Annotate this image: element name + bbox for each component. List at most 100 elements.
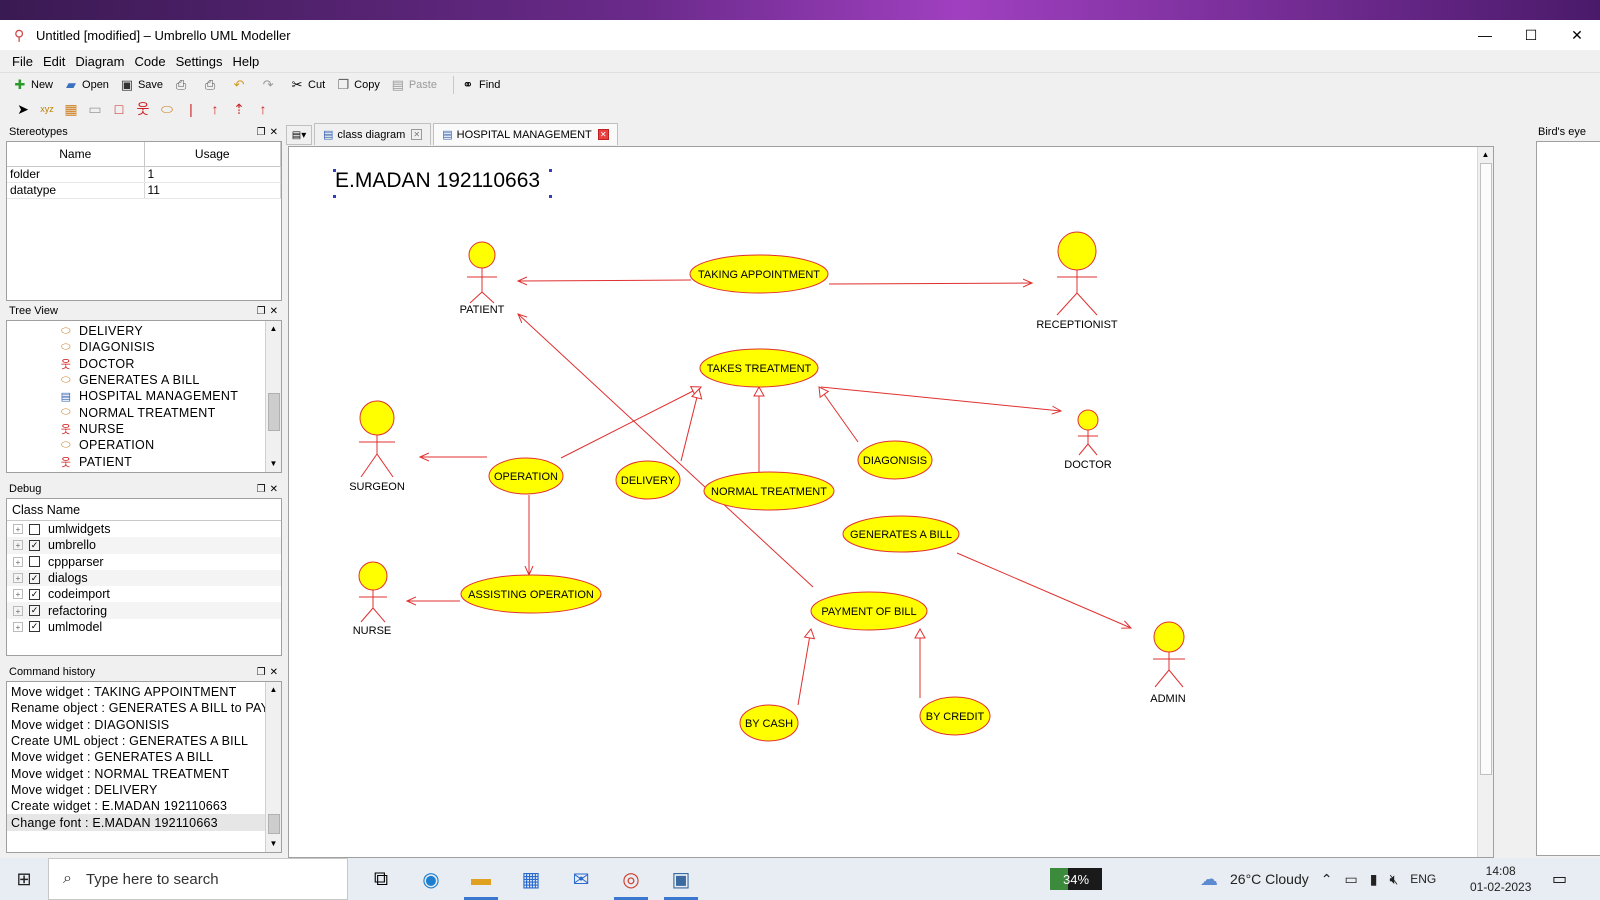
- debug-item[interactable]: + ✓ umbrello: [7, 537, 281, 554]
- expand-icon[interactable]: +: [13, 621, 23, 632]
- association-line[interactable]: [518, 280, 692, 281]
- paste-button[interactable]: ▤ Paste: [390, 77, 437, 93]
- close-button[interactable]: ✕: [1554, 20, 1600, 50]
- use-case-delivery[interactable]: DELIVERY: [615, 460, 681, 500]
- selection-handle[interactable]: [549, 195, 552, 198]
- tree-item[interactable]: 웃 NURSE: [7, 421, 281, 437]
- select-arrow-icon[interactable]: ➤: [12, 99, 34, 119]
- history-item[interactable]: Create UML object : GENERATES A BILL: [7, 733, 281, 749]
- menu-edit[interactable]: Edit: [39, 54, 69, 69]
- actor-doctor[interactable]: DOCTOR: [1064, 409, 1112, 471]
- use-case-assisting-operation[interactable]: ASSISTING OPERATION: [460, 574, 602, 614]
- battery-indicator[interactable]: 34%: [1050, 868, 1102, 890]
- close-dock-icon[interactable]: ✕: [270, 484, 278, 495]
- copy-button[interactable]: ❐ Copy: [335, 77, 380, 93]
- notification-icon[interactable]: ▭: [1552, 869, 1567, 889]
- checkbox-checked[interactable]: ✓: [29, 588, 40, 600]
- tree-view-scrollbar[interactable]: ▲ ▼: [265, 321, 281, 472]
- debug-item[interactable]: + ✓ codeimport: [7, 586, 281, 602]
- actor-surgeon[interactable]: SURGEON: [349, 400, 405, 493]
- float-icon[interactable]: ❐: [257, 484, 266, 495]
- weather-text[interactable]: 26°C Cloudy: [1230, 871, 1309, 887]
- association-line[interactable]: [820, 386, 1061, 411]
- menu-file[interactable]: File: [8, 54, 37, 69]
- expand-icon[interactable]: +: [13, 589, 23, 600]
- open-button[interactable]: ▰ Open: [63, 77, 109, 93]
- box-icon[interactable]: □: [108, 99, 130, 119]
- menu-code[interactable]: Code: [130, 54, 169, 69]
- new-button[interactable]: ✚ New: [12, 77, 53, 93]
- cloudy-weather-icon[interactable]: ☁: [1200, 869, 1218, 890]
- system-clock[interactable]: 14:08 01-02-2023: [1470, 863, 1531, 895]
- command-history-scrollbar[interactable]: ▲ ▼: [265, 682, 281, 852]
- tab-hospital-management[interactable]: ▤ HOSPITAL MANAGEMENT ✕: [433, 123, 618, 145]
- canvas-scrollbar[interactable]: ▲: [1477, 147, 1493, 857]
- diagram-note-text[interactable]: E.MADAN 192110663: [335, 169, 540, 193]
- close-dock-icon[interactable]: ✕: [270, 306, 278, 317]
- use-case-operation[interactable]: OPERATION: [488, 457, 564, 495]
- close-dock-icon[interactable]: ✕: [270, 667, 278, 678]
- actor-tool-icon[interactable]: 웃: [132, 99, 154, 119]
- directional-association-icon[interactable]: ↑: [204, 99, 226, 119]
- tree-item[interactable]: ▤ HOSPITAL MANAGEMENT: [7, 388, 281, 404]
- text-line-icon[interactable]: xyz: [36, 99, 58, 119]
- debug-column-header[interactable]: Class Name: [7, 499, 281, 521]
- actor-patient[interactable]: PATIENT: [460, 241, 505, 316]
- maximize-button[interactable]: ☐: [1508, 20, 1554, 50]
- scroll-up-icon[interactable]: ▲: [1478, 147, 1493, 163]
- scroll-thumb[interactable]: [268, 393, 280, 431]
- float-icon[interactable]: ❐: [257, 667, 266, 678]
- menu-diagram[interactable]: Diagram: [71, 54, 128, 69]
- menu-settings[interactable]: Settings: [172, 54, 227, 69]
- expand-icon[interactable]: +: [13, 573, 23, 584]
- birds-eye-view[interactable]: [1536, 141, 1600, 856]
- use-case-diagonisis[interactable]: DIAGONISIS: [857, 440, 933, 480]
- tab-close-icon[interactable]: ✕: [597, 129, 609, 140]
- tab-close-icon[interactable]: ✕: [411, 129, 423, 140]
- menu-help[interactable]: Help: [229, 54, 264, 69]
- usecase-tool-icon[interactable]: ⬭: [156, 99, 178, 119]
- save-button[interactable]: ▣ Save: [119, 77, 163, 93]
- diagram-canvas[interactable]: E.MADAN 192110663 TAKING APPOINTMENT TAK…: [288, 146, 1494, 858]
- column-header-usage[interactable]: Usage: [144, 142, 281, 167]
- history-item[interactable]: Rename object : GENERATES A BILL to PAYM: [7, 700, 281, 716]
- table-row[interactable]: folder 1: [7, 166, 281, 183]
- meet-now-icon[interactable]: ▭: [1344, 871, 1357, 888]
- table-row[interactable]: datatype 11: [7, 182, 281, 199]
- speaker-muted-icon[interactable]: 🔇︎: [1389, 871, 1398, 888]
- association-tool-icon[interactable]: |: [180, 99, 202, 119]
- windows-start-icon[interactable]: ⊞: [0, 858, 48, 900]
- history-item[interactable]: Move widget : DELIVERY: [7, 782, 281, 798]
- note-icon[interactable]: ▦: [60, 99, 82, 119]
- history-item[interactable]: Move widget : NORMAL TREATMENT: [7, 765, 281, 781]
- tree-item[interactable]: ⬭ DELIVERY: [7, 323, 281, 339]
- tree-item[interactable]: 웃 PATIENT: [7, 453, 281, 469]
- tree-item[interactable]: ⬭ NORMAL TREATMENT: [7, 404, 281, 420]
- minimize-button[interactable]: —: [1462, 20, 1508, 50]
- generalization-line[interactable]: [680, 388, 703, 462]
- redo-button[interactable]: ↷: [260, 77, 279, 93]
- use-case-takes-treatment[interactable]: TAKES TREATMENT: [699, 348, 819, 388]
- history-item[interactable]: Create widget : E.MADAN 192110663: [7, 798, 281, 814]
- scroll-up-icon[interactable]: ▲: [266, 321, 281, 337]
- history-item-selected[interactable]: Change font : E.MADAN 192110663: [7, 814, 281, 831]
- expand-icon[interactable]: +: [13, 524, 23, 535]
- checkbox-checked[interactable]: ✓: [29, 539, 40, 551]
- print-button[interactable]: ⎙: [173, 77, 192, 93]
- edge-browser-icon[interactable]: ◉: [406, 858, 456, 900]
- debug-item[interactable]: + ✓ refactoring: [7, 602, 281, 619]
- close-dock-icon[interactable]: ✕: [270, 127, 278, 138]
- use-case-taking-appointment[interactable]: TAKING APPOINTMENT: [689, 254, 829, 294]
- anchor-icon[interactable]: ▭: [84, 99, 106, 119]
- actor-receptionist[interactable]: RECEPTIONIST: [1036, 231, 1118, 331]
- tree-item[interactable]: ⬭ DIAGONISIS: [7, 339, 281, 355]
- use-case-payment-of-bill[interactable]: PAYMENT OF BILL: [810, 591, 928, 631]
- use-case-by-cash[interactable]: BY CASH: [739, 704, 799, 742]
- scroll-thumb[interactable]: [1480, 163, 1492, 775]
- float-icon[interactable]: ❐: [257, 306, 266, 317]
- dependency-tool-icon[interactable]: ↑: [252, 99, 274, 119]
- scroll-up-icon[interactable]: ▲: [266, 682, 281, 698]
- expand-icon[interactable]: +: [13, 540, 23, 551]
- column-header-name[interactable]: Name: [7, 142, 145, 167]
- selection-handle[interactable]: [549, 169, 552, 172]
